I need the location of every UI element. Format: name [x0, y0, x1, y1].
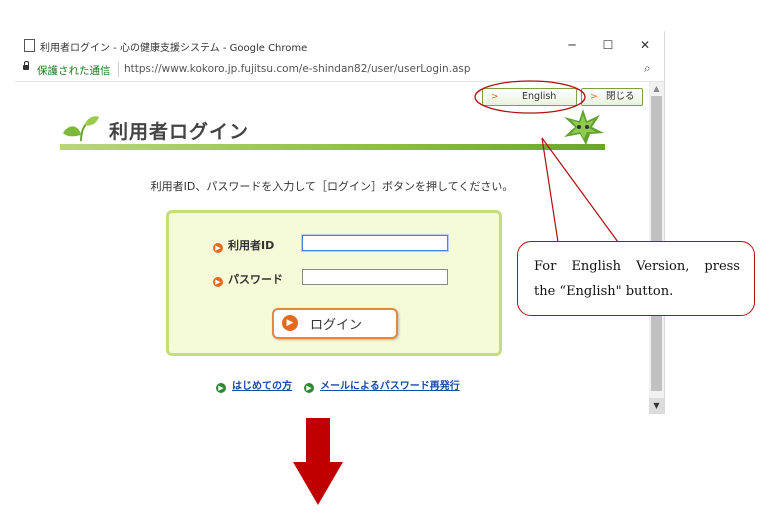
password-reissue-link-row: ▶ メールによるパスワード再発行 [304, 377, 460, 393]
callout-word: English [571, 259, 621, 274]
instruction-text: 利用者ID、パスワードを入力して［ログイン］ボタンを押してください。 [150, 180, 514, 193]
security-label[interactable]: 保護された通信 [37, 63, 111, 78]
login-button[interactable]: ▶ ログイン [272, 308, 398, 339]
maximize-button[interactable]: ☐ [594, 35, 622, 55]
heading-underline [60, 144, 605, 150]
arrow-bullet-icon: ▶ [213, 277, 223, 287]
login-form: ▶ 利用者ID ▶ パスワード ▶ ログイン [166, 210, 502, 356]
english-version-callout: For English Version, press the “English"… [517, 241, 755, 316]
close-window-button[interactable]: ✕ [631, 35, 659, 55]
zoom-icon[interactable]: ⌕ [644, 61, 651, 76]
chevron-right-icon: > [590, 92, 598, 102]
address-bar[interactable]: 保護された通信 https://www.kokoro.jp.fujitsu.co… [15, 59, 664, 82]
user-id-label: 利用者ID [228, 239, 275, 252]
lock-icon[interactable] [23, 61, 29, 70]
scroll-up-arrow-icon[interactable]: ▲ [649, 82, 664, 95]
title-bar: 利用者ログイン - 心の健康支援システム - Google Chrome ─ ☐… [15, 31, 664, 59]
address-separator [118, 62, 119, 77]
window-title: 利用者ログイン - 心の健康支援システム - Google Chrome [40, 43, 308, 54]
user-id-label-row: ▶ 利用者ID [213, 237, 274, 253]
scroll-down-arrow-icon[interactable]: ▼ [649, 398, 664, 414]
callout-line-1: For English Version, press [534, 254, 740, 279]
close-page-button[interactable]: > 閉じる [581, 88, 643, 106]
first-time-link-row: ▶ はじめての方 [216, 377, 292, 393]
close-page-button-label: 閉じる [606, 91, 635, 102]
password-label-row: ▶ パスワード [213, 271, 283, 287]
page-title: 利用者ログイン [109, 121, 250, 143]
chevron-right-icon: > [491, 92, 499, 102]
english-button[interactable]: > English [482, 88, 577, 106]
password-input[interactable] [302, 269, 448, 285]
page-icon [24, 39, 35, 52]
arrow-right-icon: ▶ [282, 315, 298, 331]
callout-word: press [704, 259, 740, 274]
arrow-bullet-icon: ▶ [216, 383, 226, 393]
first-time-link[interactable]: はじめての方 [232, 381, 292, 392]
callout-word: Version, [636, 259, 690, 274]
url-text[interactable]: https://www.kokoro.jp.fujitsu.com/e-shin… [124, 63, 471, 75]
down-arrow-shaft [306, 418, 330, 464]
user-id-input[interactable] [302, 235, 448, 251]
password-reissue-link[interactable]: メールによるパスワード再発行 [320, 381, 460, 392]
password-label: パスワード [228, 273, 283, 286]
login-button-label: ログイン [310, 318, 363, 333]
callout-line-2: the “English" button. [534, 284, 674, 299]
down-arrow-icon [293, 418, 343, 505]
arrow-bullet-icon: ▶ [213, 243, 223, 253]
arrow-bullet-icon: ▶ [304, 383, 314, 393]
callout-word: For [534, 259, 557, 274]
leaf-mascot-icon [564, 109, 604, 145]
english-button-label: English [522, 91, 557, 102]
sprout-icon [63, 116, 99, 142]
browser-window: 利用者ログイン - 心の健康支援システム - Google Chrome ─ ☐… [15, 31, 665, 414]
minimize-button[interactable]: ─ [558, 35, 586, 55]
